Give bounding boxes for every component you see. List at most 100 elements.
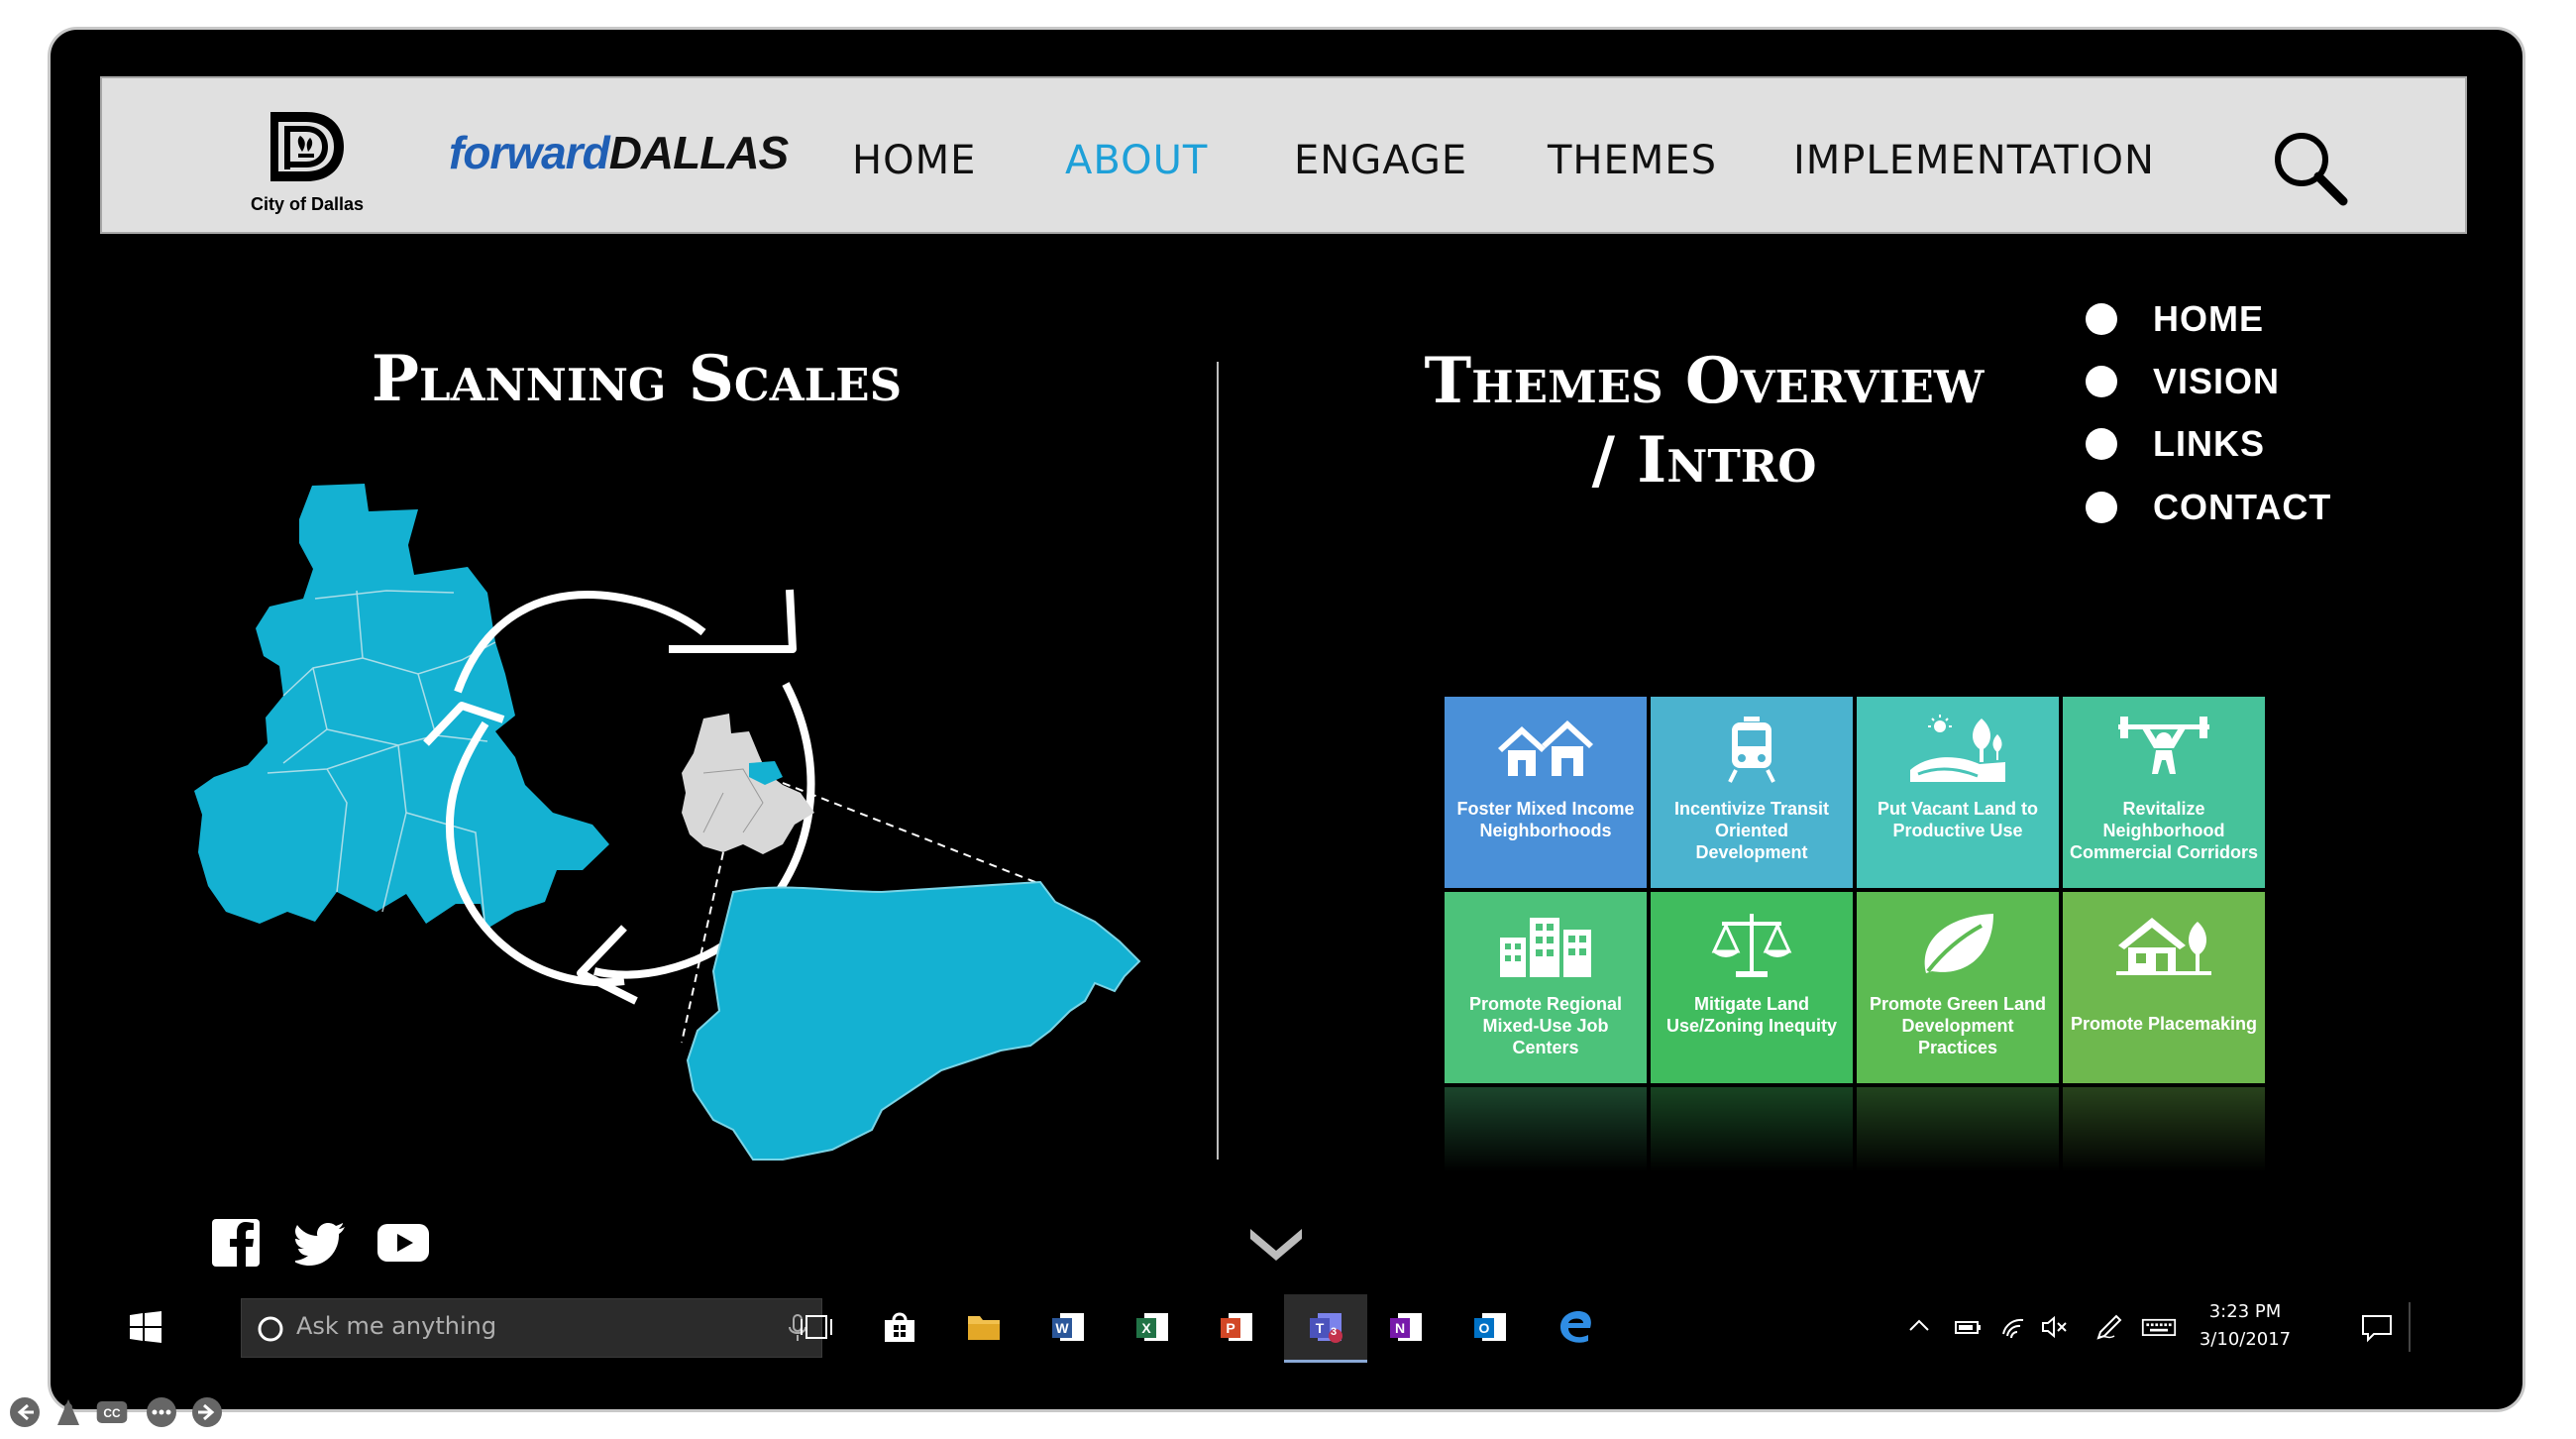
side-menu-label: HOME [2153,298,2264,339]
tile-label: Promote Placemaking [2070,1014,2258,1034]
refl-tile: Mitigate Land Use/Zoning Inequity [1651,1087,1853,1181]
keyboard-icon[interactable] [2141,1310,2177,1344]
bullet-icon [2086,303,2117,335]
svg-text:CC: CC [103,1406,121,1420]
nav-implementation[interactable]: IMPLEMENTATION [1793,138,2155,183]
chevron-up-icon[interactable] [1901,1310,1937,1344]
edge-browser-icon[interactable] [1558,1310,1594,1344]
tile-label: Promote Green Land Development Practices [1869,994,2047,1057]
onenote-icon[interactable]: N [1388,1310,1424,1344]
themes-title-line2: / Intro [1591,423,1817,498]
planning-scales-title: Planning Scales [371,342,903,416]
house-tree-icon [2116,918,2211,975]
planning-scales-map-graphic [194,484,1141,1161]
next-slide-icon[interactable] [190,1395,224,1429]
cortana-search-box[interactable]: Ask me anything [241,1298,822,1358]
refl-tile: Promote Regional Mixed-Use Job Centers [1445,1087,1647,1181]
task-view-icon[interactable] [799,1310,834,1344]
district-map-icon [686,880,1141,1161]
more-options-icon[interactable] [145,1395,178,1429]
previous-slide-icon[interactable] [8,1395,42,1429]
tile-placemaking[interactable]: Promote Placemaking [2063,892,2265,1083]
reflection-inner: Promote Regional Mixed-Use Job Centers M… [1445,1087,2267,1181]
chevron-down-icon[interactable] [1246,1221,1306,1265]
svg-text:P: P [1226,1320,1234,1336]
houses-icon [1498,720,1593,776]
search-placeholder: Ask me anything [296,1312,497,1340]
side-menu-label: VISION [2153,361,2281,401]
side-menu-vision[interactable]: VISION [2086,357,2280,406]
nav-themes[interactable]: THEMES [1548,138,1717,183]
tile-vacant-land[interactable]: Put Vacant Land to Productive Use [1857,697,2059,888]
top-nav-bar: City of Dallas forwardDALLAS HOME ABOUT … [100,76,2467,234]
store-icon[interactable] [882,1310,917,1344]
wifi-icon[interactable] [1995,1310,2031,1344]
facebook-icon[interactable] [210,1217,262,1269]
word-icon[interactable]: W [1050,1310,1086,1344]
brand-dallas: DALLAS [608,127,790,178]
logo-caption: City of Dallas [250,194,365,214]
tile-label: Promote Regional Mixed-Use Job Centers [1468,994,1623,1057]
action-center-icon[interactable] [2359,1310,2395,1344]
refl-tile: Promote Green Land Development Practices [1857,1087,2059,1181]
teams-badge: 3 [1331,1326,1338,1338]
weightlifter-icon [2118,717,2209,774]
youtube-icon[interactable] [376,1223,430,1263]
themes-title-line1: Themes Overview [1424,344,1985,418]
tile-label: Mitigate Land Use/Zoning Inequity [1665,994,1837,1036]
battery-icon[interactable] [1950,1310,1986,1344]
tile-foster-mixed-income[interactable]: Foster Mixed Income Neighborhoods [1445,697,1647,888]
tile-mitigate-inequity[interactable]: Mitigate Land Use/Zoning Inequity [1651,892,1853,1083]
captions-icon[interactable]: CC [95,1395,129,1429]
bullet-icon [2086,428,2117,460]
pen-icon[interactable] [2092,1310,2127,1344]
outlook-icon[interactable]: O [1472,1310,1508,1344]
windows-taskbar: Ask me anything W X P T 3 N O 3:23 PM 3/… [100,1294,2463,1363]
file-explorer-icon[interactable] [966,1310,1002,1344]
clock-time[interactable]: 3:23 PM [2191,1301,2300,1322]
themes-overview-title: Themes Overview / Intro [1318,342,2091,500]
tile-incentivize-transit[interactable]: Incentivize Transit Oriented Development [1651,697,1853,888]
inset-map-icon [682,714,814,854]
volume-muted-icon[interactable] [2037,1310,2073,1344]
svg-text:T: T [1316,1320,1325,1336]
tile-green-development[interactable]: Promote Green Land Development Practices [1857,892,2059,1083]
nav-engage[interactable]: ENGAGE [1294,138,1467,183]
search-button[interactable] [2272,130,2351,209]
city-logo-icon [270,112,344,181]
nav-home[interactable]: HOME [852,138,976,183]
tile-label: Foster Mixed Income Neighborhoods [1456,799,1635,840]
city-map-icon [194,484,609,931]
forward-dallas-brand[interactable]: forwardDALLAS [449,126,790,179]
windows-start-icon[interactable] [128,1310,163,1344]
refl-tile: Promote Placemaking [2063,1087,2265,1181]
clock-date[interactable]: 3/10/2017 [2191,1329,2300,1350]
tile-regional-job-centers[interactable]: Promote Regional Mixed-Use Job Centers [1445,892,1647,1083]
tile-label: Put Vacant Land to Productive Use [1877,799,2039,840]
svg-text:O: O [1479,1320,1490,1336]
show-desktop-divider [2409,1302,2411,1352]
bullet-icon [2086,366,2117,397]
side-menu-links[interactable]: LINKS [2086,419,2265,469]
pointer-tool-icon[interactable] [52,1395,85,1429]
tiles-reflection: Promote Regional Mixed-Use Job Centers M… [1445,1087,2267,1181]
excel-icon[interactable]: X [1134,1310,1170,1344]
tile-label: Incentivize Transit Oriented Development [1673,799,1830,862]
teams-icon: T [1310,1313,1342,1343]
side-menu-home[interactable]: HOME [2086,294,2264,344]
search-icon [2275,133,2348,206]
scales-icon [1711,914,1792,977]
side-menu-label: CONTACT [2153,487,2332,527]
tile-revitalize-corridors[interactable]: Revitalize Neighborhood Commercial Corri… [2063,697,2265,888]
twitter-icon[interactable] [295,1221,347,1267]
nav-about[interactable]: ABOUT [1065,138,1208,183]
leaf-icon [1924,914,1993,973]
brand-forward: forward [449,127,610,178]
svg-text:X: X [1141,1320,1151,1336]
train-icon [1728,717,1775,783]
powerpoint-icon[interactable]: P [1219,1310,1254,1344]
teams-taskbar-button[interactable]: T 3 [1284,1294,1367,1363]
city-of-dallas-logo[interactable]: City of Dallas [243,108,372,217]
side-menu-contact[interactable]: CONTACT [2086,483,2331,532]
section-divider [1217,362,1219,1160]
